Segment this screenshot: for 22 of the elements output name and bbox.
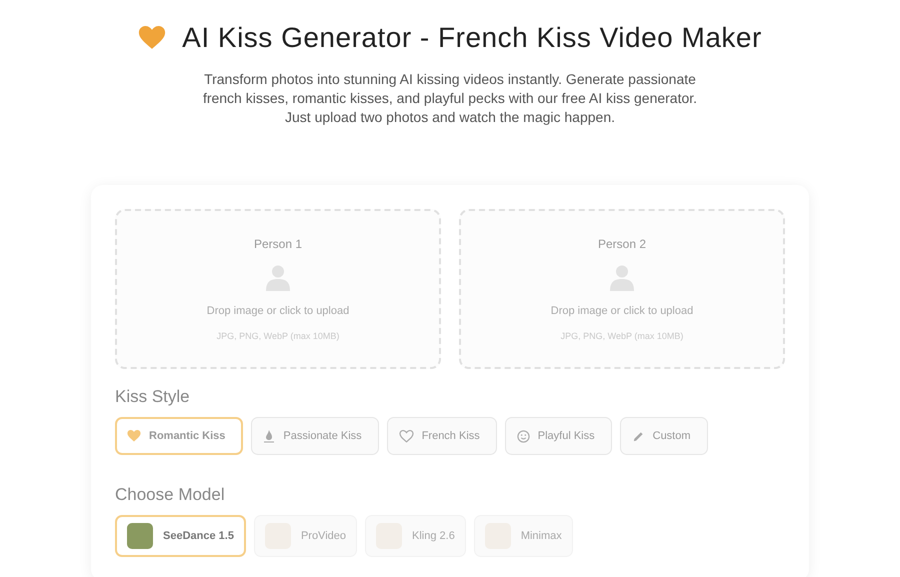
dropzone-label: Person 2: [598, 237, 646, 251]
heart-outline-icon: [398, 430, 414, 442]
dropzone-prompt: Drop image or click to upload: [206, 305, 350, 317]
kiss-style-option[interactable]: Custom: [620, 417, 708, 455]
page-title: AI Kiss Generator - French Kiss Video Maker: [182, 22, 762, 54]
model-option[interactable]: SeeDance 1.5: [115, 515, 246, 557]
kiss-style-option[interactable]: French Kiss: [386, 417, 497, 455]
kiss-style-option[interactable]: Passionate Kiss: [251, 417, 379, 455]
heart-logo-icon: [138, 26, 166, 50]
dropzone-prompt: Drop image or click to upload: [550, 305, 694, 317]
smiley-icon: [516, 430, 530, 442]
person-icon: [266, 265, 290, 291]
dropzone-label: Person 1: [254, 237, 302, 251]
heart-icon: [127, 430, 141, 442]
kiss-style-option[interactable]: Romantic Kiss: [115, 417, 244, 455]
kiss-style-option[interactable]: Playful Kiss: [504, 417, 612, 455]
person-icon: [610, 265, 634, 291]
section-heading: Choose Model: [115, 485, 226, 505]
page-description: Transform photos into stunning AI kissing videos instantly. Generate passionate french kisses, romantic kisses, and playful pecks with our free AI kiss generator. Just upload two photos and watch the magic happen.: [202, 70, 698, 127]
model-thumbnail: [127, 523, 153, 549]
section-heading: Kiss Style: [115, 387, 191, 407]
pencil-icon: [632, 430, 645, 442]
